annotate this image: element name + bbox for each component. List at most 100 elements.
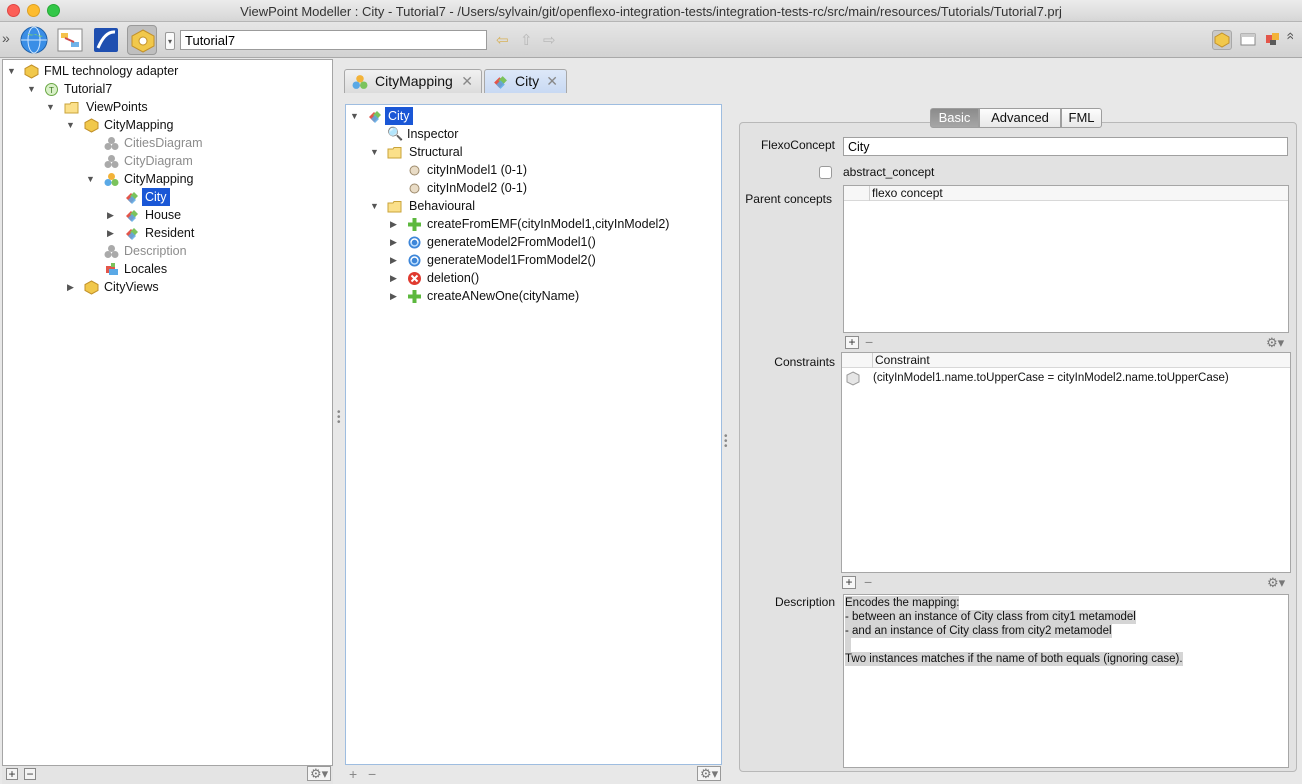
expanded-triangle-icon[interactable]: ▼: [46, 102, 56, 112]
virtual-model-icon: [104, 173, 119, 186]
table-row[interactable]: (cityInModel1.name.toUpperCase = cityInM…: [842, 370, 1290, 388]
left-panel-footer: + − ⚙▾: [2, 766, 333, 784]
tab-citymapping[interactable]: CityMapping ✕: [344, 69, 482, 93]
property-role-icon: [409, 183, 420, 194]
description-label: Description: [774, 595, 835, 609]
project-browser-tree: ▼ FML technology adapter ▼ T Tutorial7 ▼…: [2, 59, 333, 766]
collapsed-triangle-icon[interactable]: ▶: [390, 291, 400, 301]
add-button[interactable]: +: [349, 767, 357, 781]
up-arrow-icon[interactable]: ⇧: [520, 31, 533, 49]
split-pane-handle[interactable]: • • •: [337, 408, 341, 428]
constraint-icon: [846, 371, 860, 386]
toolbar: » ▾ ⇦ ⇧ ⇨ »: [0, 22, 1302, 58]
diagram-perspective-icon[interactable]: [55, 25, 85, 55]
constraints-table[interactable]: Constraint (cityInModel1.name.toUpperCas…: [841, 352, 1291, 573]
technology-adapter-icon: [24, 64, 39, 79]
locales-icon: [106, 263, 118, 275]
column-header-constraint: Constraint: [875, 353, 930, 367]
expanded-triangle-icon[interactable]: ▼: [370, 201, 380, 211]
tab-basic[interactable]: Basic: [930, 108, 979, 128]
add-parent-concept-button[interactable]: +: [845, 336, 859, 349]
creation-scheme-icon: [408, 218, 421, 231]
forward-arrow-icon[interactable]: ⇨: [543, 31, 556, 49]
deletion-scheme-icon: [408, 272, 421, 285]
flexo-concept-icon: [126, 210, 138, 222]
collapsed-triangle-icon[interactable]: ▶: [67, 282, 77, 292]
property-role-icon: [409, 165, 420, 176]
table-header: flexo concept: [844, 186, 1288, 201]
remove-button[interactable]: −: [368, 767, 376, 781]
description-line: [845, 638, 851, 652]
perspective-dropdown[interactable]: ▾: [165, 32, 175, 50]
window-title: ViewPoint Modeller : City - Tutorial7 - …: [240, 4, 1062, 19]
back-arrow-icon[interactable]: ⇦: [496, 31, 509, 49]
expanded-triangle-icon[interactable]: ▼: [7, 66, 17, 76]
abstract-concept-label: abstract_concept: [843, 165, 935, 179]
description-text-area[interactable]: Encodes the mapping: - between an instan…: [843, 594, 1289, 768]
flexo-concept-name-field[interactable]: [843, 137, 1288, 156]
parent-concepts-label: Parent concepts: [745, 192, 832, 206]
editor-perspective-icon[interactable]: [91, 25, 121, 55]
split-pane-handle[interactable]: • • •: [724, 432, 728, 452]
flexo-concept-icon: [494, 76, 507, 89]
add-constraint-button[interactable]: +: [842, 576, 856, 589]
gear-icon[interactable]: ⚙▾: [1266, 335, 1284, 351]
constraints-label: Constraints: [774, 355, 835, 369]
diagram-spec-icon: [104, 245, 119, 258]
viewpoint-mode-icon[interactable]: [1212, 30, 1232, 50]
collapsed-triangle-icon[interactable]: ▶: [390, 219, 400, 229]
remove-constraint-button[interactable]: −: [864, 575, 872, 589]
collapsed-triangle-icon[interactable]: ▶: [390, 255, 400, 265]
action-scheme-icon: [408, 236, 421, 249]
gear-icon[interactable]: ⚙▾: [697, 766, 722, 781]
tab-advanced[interactable]: Advanced: [979, 108, 1061, 128]
remove-parent-concept-button[interactable]: −: [865, 335, 873, 349]
flexo-concept-icon: [369, 111, 381, 123]
viewpoint-icon: [84, 280, 99, 295]
description-line: Two instances matches if the name of bot…: [845, 652, 1183, 666]
expanded-triangle-icon[interactable]: ▼: [86, 174, 96, 184]
title-bar: ViewPoint Modeller : City - Tutorial7 - …: [0, 0, 1302, 22]
tab-city[interactable]: City ✕: [484, 69, 567, 93]
viewpoint-icon: [84, 118, 99, 133]
constraint-expression: (cityInModel1.name.toUpperCase = cityInM…: [873, 372, 1229, 384]
editor-tab-bar: CityMapping ✕ City ✕: [336, 59, 1302, 94]
module-selector-field[interactable]: [180, 30, 487, 50]
collapsed-triangle-icon[interactable]: ▶: [107, 228, 117, 238]
close-tab-icon[interactable]: ✕: [546, 70, 558, 92]
collapsed-triangle-icon[interactable]: ▶: [390, 273, 400, 283]
viewpoint-perspective-icon[interactable]: [127, 25, 157, 55]
tab-fml[interactable]: FML: [1061, 108, 1102, 128]
folder-icon: [64, 102, 79, 114]
action-scheme-icon: [408, 254, 421, 267]
add-button[interactable]: +: [6, 768, 18, 780]
collapsed-triangle-icon[interactable]: ▶: [390, 237, 400, 247]
globe-perspective-icon[interactable]: [19, 25, 49, 55]
expanded-triangle-icon[interactable]: ▼: [350, 111, 360, 121]
flexo-concept-icon: [126, 228, 138, 240]
expanded-triangle-icon[interactable]: ▼: [66, 120, 76, 130]
toolbar-overflow-icon[interactable]: »: [2, 31, 10, 45]
description-line: Encodes the mapping:: [845, 596, 960, 610]
window-layout-icon[interactable]: [1239, 30, 1259, 50]
close-tab-icon[interactable]: ✕: [461, 70, 473, 92]
gear-icon[interactable]: ⚙▾: [1267, 575, 1285, 591]
folder-icon: [387, 201, 402, 213]
abstract-concept-checkbox[interactable]: [819, 166, 832, 179]
parent-concepts-table[interactable]: flexo concept: [843, 185, 1289, 333]
gear-icon[interactable]: ⚙▾: [307, 766, 332, 781]
flexo-concept-icon: [126, 192, 138, 204]
center-panel-footer: + − ⚙▾: [345, 765, 722, 784]
collapsed-triangle-icon[interactable]: ▶: [107, 210, 117, 220]
column-header-flexo-concept: flexo concept: [872, 186, 943, 200]
table-header: Constraint: [842, 353, 1290, 368]
collapse-toolbar-icon[interactable]: »: [1281, 32, 1297, 40]
diagram-spec-icon: [104, 155, 119, 168]
concept-structure-tree: ▼ City 🔍 Inspector ▼ Structural cityInMo…: [345, 104, 722, 765]
diagram-spec-icon: [104, 137, 119, 150]
expanded-triangle-icon[interactable]: ▼: [27, 84, 37, 94]
expanded-triangle-icon[interactable]: ▼: [370, 147, 380, 157]
remove-button[interactable]: −: [24, 768, 36, 780]
description-line: - and an instance of City class from cit…: [845, 624, 1112, 638]
flexo-concept-label: FlexoConcept: [760, 138, 835, 152]
